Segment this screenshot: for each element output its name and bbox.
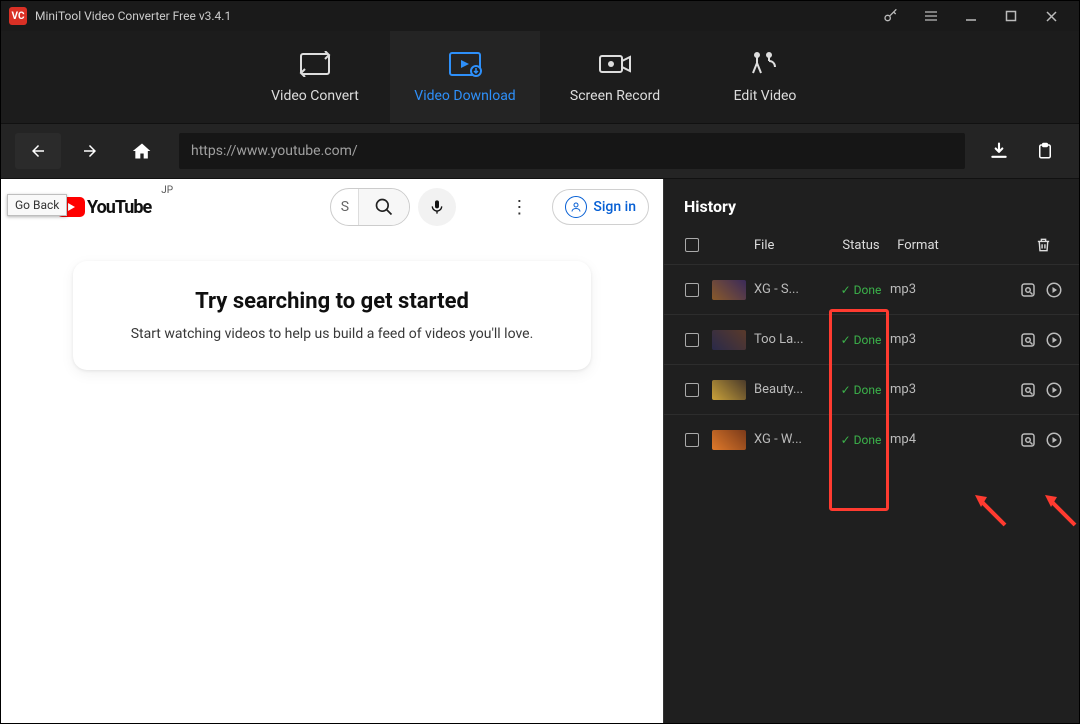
row-checkbox[interactable] <box>680 383 704 397</box>
search-box[interactable]: S <box>330 188 410 226</box>
download-icon <box>448 50 482 78</box>
download-manager-icon[interactable] <box>979 133 1019 169</box>
convert-icon <box>298 50 332 78</box>
tab-label: Edit Video <box>734 88 797 104</box>
forward-button[interactable] <box>67 133 113 169</box>
url-input[interactable] <box>179 133 965 169</box>
locate-file-icon[interactable] <box>1019 331 1037 349</box>
play-icon[interactable] <box>1045 381 1063 399</box>
format-label: mp4 <box>890 432 946 447</box>
empty-state-card: Try searching to get started Start watch… <box>73 261 591 370</box>
sign-in-button[interactable]: Sign in <box>552 189 649 225</box>
titlebar: VC MiniTool Video Converter Free v3.4.1 <box>1 1 1079 31</box>
file-name: Too La... <box>754 332 832 347</box>
region-label: JP <box>161 185 173 196</box>
close-button[interactable] <box>1031 1 1071 31</box>
search-short-label: S <box>331 189 359 225</box>
tab-video-convert[interactable]: Video Convert <box>240 31 390 123</box>
delete-all-icon[interactable] <box>1023 236 1063 254</box>
edit-icon <box>751 50 779 78</box>
file-name: XG - W... <box>754 432 832 447</box>
locate-file-icon[interactable] <box>1019 431 1037 449</box>
back-button[interactable] <box>15 133 61 169</box>
youtube-brand-text: YouTube <box>87 197 151 218</box>
history-title: History <box>664 179 1079 226</box>
tab-screen-record[interactable]: Screen Record <box>540 31 690 123</box>
app-title: MiniTool Video Converter Free v3.4.1 <box>35 9 231 23</box>
file-name: Beauty... <box>754 382 832 397</box>
maximize-button[interactable] <box>991 1 1031 31</box>
thumbnail-icon <box>712 280 746 300</box>
format-label: mp3 <box>890 382 946 397</box>
tab-label: Screen Record <box>570 88 660 104</box>
row-checkbox[interactable] <box>680 283 704 297</box>
main-area: YouTube JP S ⋮ <box>1 179 1079 723</box>
locate-file-icon[interactable] <box>1019 381 1037 399</box>
thumbnail-icon <box>712 380 746 400</box>
tab-edit-video[interactable]: Edit Video <box>690 31 840 123</box>
key-icon[interactable] <box>871 1 911 31</box>
history-row: XG - S... ✓ Done mp3 <box>664 264 1079 314</box>
app-logo-icon: VC <box>9 7 27 25</box>
select-all-checkbox[interactable] <box>680 238 704 252</box>
tab-video-download[interactable]: Video Download <box>390 31 540 123</box>
row-checkbox[interactable] <box>680 333 704 347</box>
avatar-icon <box>565 196 587 218</box>
status-label: ✓ Done <box>832 283 890 297</box>
microphone-icon[interactable] <box>418 188 456 226</box>
clipboard-icon[interactable] <box>1025 133 1065 169</box>
app-window: VC MiniTool Video Converter Free v3.4.1 … <box>0 0 1080 724</box>
minimize-button[interactable] <box>951 1 991 31</box>
menu-icon[interactable] <box>911 1 951 31</box>
youtube-header: YouTube JP S ⋮ <box>1 179 663 235</box>
annotation-status-highlight <box>829 309 889 511</box>
col-format-header: Format <box>890 238 946 253</box>
thumbnail-icon <box>712 430 746 450</box>
play-icon[interactable] <box>1045 281 1063 299</box>
go-back-tooltip: Go Back <box>7 194 67 216</box>
embedded-browser: YouTube JP S ⋮ <box>1 179 663 723</box>
empty-state-subtitle: Start watching videos to help us build a… <box>93 326 571 342</box>
row-checkbox[interactable] <box>680 433 704 447</box>
play-icon[interactable] <box>1045 431 1063 449</box>
locate-file-icon[interactable] <box>1019 281 1037 299</box>
play-icon[interactable] <box>1045 331 1063 349</box>
thumbnail-icon <box>712 330 746 350</box>
history-header-row: File Status Format <box>664 226 1079 264</box>
col-file-header: File <box>754 238 832 253</box>
format-label: mp3 <box>890 332 946 347</box>
file-name: XG - S... <box>754 282 832 297</box>
youtube-logo[interactable]: YouTube <box>57 197 151 218</box>
col-status-header: Status <box>832 238 890 253</box>
search-icon[interactable] <box>359 189 409 225</box>
tab-label: Video Convert <box>271 88 359 104</box>
tab-label: Video Download <box>414 88 515 104</box>
format-label: mp3 <box>890 282 946 297</box>
sign-in-label: Sign in <box>593 199 636 215</box>
record-icon <box>598 50 632 78</box>
main-tabs: Video Convert Video Download Screen Reco… <box>1 31 1079 123</box>
url-toolbar <box>1 123 1079 179</box>
more-icon[interactable]: ⋮ <box>504 197 534 218</box>
home-button[interactable] <box>119 133 165 169</box>
empty-state-title: Try searching to get started <box>93 289 571 314</box>
